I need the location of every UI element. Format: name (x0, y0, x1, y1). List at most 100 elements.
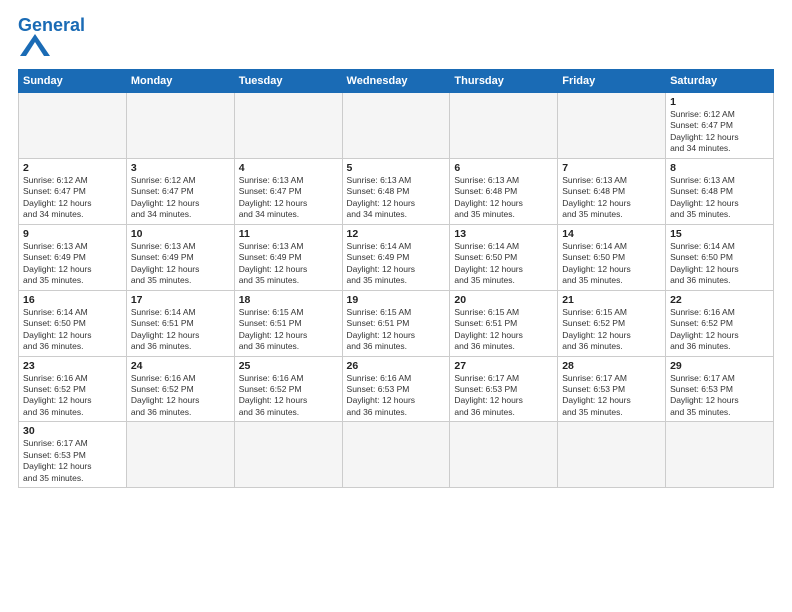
day-info: Sunrise: 6:15 AMSunset: 6:51 PMDaylight:… (454, 307, 553, 353)
day-number: 11 (239, 228, 338, 240)
day-info: Sunrise: 6:13 AMSunset: 6:49 PMDaylight:… (239, 241, 338, 287)
calendar-cell (342, 422, 450, 488)
calendar-cell (342, 93, 450, 159)
day-info: Sunrise: 6:13 AMSunset: 6:49 PMDaylight:… (131, 241, 230, 287)
calendar-cell: 8Sunrise: 6:13 AMSunset: 6:48 PMDaylight… (666, 158, 774, 224)
page: General SundayMondayTuesdayWednesdayThur… (0, 0, 792, 612)
calendar-week-row: 1Sunrise: 6:12 AMSunset: 6:47 PMDaylight… (19, 93, 774, 159)
calendar-cell (666, 422, 774, 488)
day-number: 16 (23, 294, 122, 306)
calendar-cell: 19Sunrise: 6:15 AMSunset: 6:51 PMDayligh… (342, 290, 450, 356)
day-number: 14 (562, 228, 661, 240)
calendar-cell (126, 93, 234, 159)
calendar-cell: 21Sunrise: 6:15 AMSunset: 6:52 PMDayligh… (558, 290, 666, 356)
day-number: 15 (670, 228, 769, 240)
calendar-cell: 9Sunrise: 6:13 AMSunset: 6:49 PMDaylight… (19, 224, 127, 290)
calendar-cell: 3Sunrise: 6:12 AMSunset: 6:47 PMDaylight… (126, 158, 234, 224)
calendar-cell: 17Sunrise: 6:14 AMSunset: 6:51 PMDayligh… (126, 290, 234, 356)
day-number: 12 (347, 228, 446, 240)
calendar-cell: 13Sunrise: 6:14 AMSunset: 6:50 PMDayligh… (450, 224, 558, 290)
weekday-header-thursday: Thursday (450, 70, 558, 93)
calendar-cell: 5Sunrise: 6:13 AMSunset: 6:48 PMDaylight… (342, 158, 450, 224)
logo: General (18, 16, 85, 61)
calendar-week-row: 16Sunrise: 6:14 AMSunset: 6:50 PMDayligh… (19, 290, 774, 356)
day-info: Sunrise: 6:14 AMSunset: 6:51 PMDaylight:… (131, 307, 230, 353)
day-info: Sunrise: 6:16 AMSunset: 6:52 PMDaylight:… (670, 307, 769, 353)
day-info: Sunrise: 6:13 AMSunset: 6:48 PMDaylight:… (347, 175, 446, 221)
weekday-header-monday: Monday (126, 70, 234, 93)
day-info: Sunrise: 6:16 AMSunset: 6:52 PMDaylight:… (131, 373, 230, 419)
day-number: 1 (670, 96, 769, 108)
day-number: 26 (347, 360, 446, 372)
calendar-cell (558, 93, 666, 159)
day-info: Sunrise: 6:15 AMSunset: 6:52 PMDaylight:… (562, 307, 661, 353)
day-number: 28 (562, 360, 661, 372)
day-info: Sunrise: 6:12 AMSunset: 6:47 PMDaylight:… (23, 175, 122, 221)
weekday-header-friday: Friday (558, 70, 666, 93)
logo-icon (20, 34, 50, 56)
day-info: Sunrise: 6:12 AMSunset: 6:47 PMDaylight:… (670, 109, 769, 155)
calendar-week-row: 2Sunrise: 6:12 AMSunset: 6:47 PMDaylight… (19, 158, 774, 224)
day-info: Sunrise: 6:14 AMSunset: 6:50 PMDaylight:… (454, 241, 553, 287)
day-info: Sunrise: 6:13 AMSunset: 6:48 PMDaylight:… (562, 175, 661, 221)
day-number: 8 (670, 162, 769, 174)
calendar-cell (234, 93, 342, 159)
logo-general: General (18, 15, 85, 35)
calendar-cell (234, 422, 342, 488)
day-info: Sunrise: 6:14 AMSunset: 6:50 PMDaylight:… (562, 241, 661, 287)
day-info: Sunrise: 6:17 AMSunset: 6:53 PMDaylight:… (562, 373, 661, 419)
calendar-cell: 1Sunrise: 6:12 AMSunset: 6:47 PMDaylight… (666, 93, 774, 159)
calendar-cell: 23Sunrise: 6:16 AMSunset: 6:52 PMDayligh… (19, 356, 127, 422)
calendar-cell (450, 93, 558, 159)
calendar-cell: 24Sunrise: 6:16 AMSunset: 6:52 PMDayligh… (126, 356, 234, 422)
day-info: Sunrise: 6:17 AMSunset: 6:53 PMDaylight:… (23, 438, 122, 484)
calendar-cell: 16Sunrise: 6:14 AMSunset: 6:50 PMDayligh… (19, 290, 127, 356)
day-number: 24 (131, 360, 230, 372)
day-number: 2 (23, 162, 122, 174)
calendar-cell: 10Sunrise: 6:13 AMSunset: 6:49 PMDayligh… (126, 224, 234, 290)
calendar-week-row: 23Sunrise: 6:16 AMSunset: 6:52 PMDayligh… (19, 356, 774, 422)
weekday-header-saturday: Saturday (666, 70, 774, 93)
calendar-cell (450, 422, 558, 488)
calendar-cell: 26Sunrise: 6:16 AMSunset: 6:53 PMDayligh… (342, 356, 450, 422)
calendar-cell (126, 422, 234, 488)
day-info: Sunrise: 6:13 AMSunset: 6:48 PMDaylight:… (670, 175, 769, 221)
day-info: Sunrise: 6:13 AMSunset: 6:48 PMDaylight:… (454, 175, 553, 221)
calendar-cell: 29Sunrise: 6:17 AMSunset: 6:53 PMDayligh… (666, 356, 774, 422)
day-number: 13 (454, 228, 553, 240)
calendar-table: SundayMondayTuesdayWednesdayThursdayFrid… (18, 69, 774, 488)
day-info: Sunrise: 6:12 AMSunset: 6:47 PMDaylight:… (131, 175, 230, 221)
day-info: Sunrise: 6:14 AMSunset: 6:49 PMDaylight:… (347, 241, 446, 287)
day-number: 21 (562, 294, 661, 306)
calendar-cell: 12Sunrise: 6:14 AMSunset: 6:49 PMDayligh… (342, 224, 450, 290)
day-info: Sunrise: 6:16 AMSunset: 6:52 PMDaylight:… (23, 373, 122, 419)
day-number: 27 (454, 360, 553, 372)
day-info: Sunrise: 6:14 AMSunset: 6:50 PMDaylight:… (23, 307, 122, 353)
day-number: 29 (670, 360, 769, 372)
day-info: Sunrise: 6:17 AMSunset: 6:53 PMDaylight:… (670, 373, 769, 419)
day-number: 23 (23, 360, 122, 372)
day-number: 30 (23, 425, 122, 437)
calendar-cell: 7Sunrise: 6:13 AMSunset: 6:48 PMDaylight… (558, 158, 666, 224)
calendar-cell: 30Sunrise: 6:17 AMSunset: 6:53 PMDayligh… (19, 422, 127, 488)
calendar-cell: 27Sunrise: 6:17 AMSunset: 6:53 PMDayligh… (450, 356, 558, 422)
calendar-cell: 2Sunrise: 6:12 AMSunset: 6:47 PMDaylight… (19, 158, 127, 224)
day-number: 7 (562, 162, 661, 174)
logo-text: General (18, 16, 85, 34)
day-info: Sunrise: 6:16 AMSunset: 6:53 PMDaylight:… (347, 373, 446, 419)
calendar-cell: 4Sunrise: 6:13 AMSunset: 6:47 PMDaylight… (234, 158, 342, 224)
calendar-week-row: 9Sunrise: 6:13 AMSunset: 6:49 PMDaylight… (19, 224, 774, 290)
day-number: 9 (23, 228, 122, 240)
calendar-cell: 28Sunrise: 6:17 AMSunset: 6:53 PMDayligh… (558, 356, 666, 422)
calendar-cell (19, 93, 127, 159)
day-info: Sunrise: 6:17 AMSunset: 6:53 PMDaylight:… (454, 373, 553, 419)
day-number: 19 (347, 294, 446, 306)
calendar-cell: 25Sunrise: 6:16 AMSunset: 6:52 PMDayligh… (234, 356, 342, 422)
calendar-cell: 20Sunrise: 6:15 AMSunset: 6:51 PMDayligh… (450, 290, 558, 356)
calendar-week-row: 30Sunrise: 6:17 AMSunset: 6:53 PMDayligh… (19, 422, 774, 488)
day-info: Sunrise: 6:15 AMSunset: 6:51 PMDaylight:… (347, 307, 446, 353)
day-info: Sunrise: 6:13 AMSunset: 6:47 PMDaylight:… (239, 175, 338, 221)
day-number: 4 (239, 162, 338, 174)
day-number: 20 (454, 294, 553, 306)
day-info: Sunrise: 6:13 AMSunset: 6:49 PMDaylight:… (23, 241, 122, 287)
